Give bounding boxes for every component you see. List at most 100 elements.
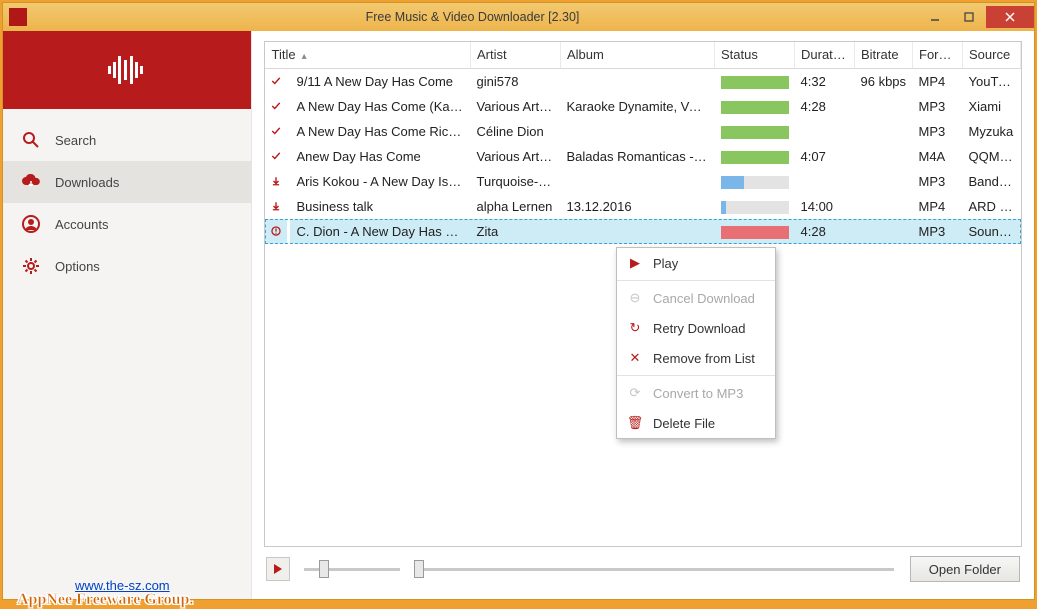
open-folder-button[interactable]: Open Folder (910, 556, 1020, 582)
cell-status (715, 144, 795, 169)
cell-album (561, 169, 715, 194)
cell-status (715, 219, 795, 244)
col-status[interactable]: Status (715, 42, 795, 68)
sort-asc-icon: ▴ (302, 51, 307, 62)
row-status-icon (265, 194, 287, 219)
row-status-icon (265, 94, 287, 119)
cell-title: A New Day Has Come Rick … (290, 119, 470, 144)
equalizer-icon (106, 54, 148, 86)
cancel-icon: ⊖ (627, 290, 643, 306)
table-row[interactable]: C. Dion - A New Day Has Co…Zita4:28MP3So… (265, 219, 1020, 244)
cell-title: C. Dion - A New Day Has Co… (290, 219, 470, 244)
remove-icon: ✕ (627, 350, 643, 366)
col-album[interactable]: Album (561, 42, 715, 68)
cell-bitrate (855, 94, 913, 119)
cell-format: MP4 (913, 194, 963, 219)
menu-delete-file[interactable]: 🗑 Delete File (617, 408, 775, 438)
context-menu: ▶ Play ⊖ Cancel Download ↻ Retry Downloa… (616, 247, 776, 439)
cell-format: MP3 (913, 119, 963, 144)
cell-source: YouTube (963, 68, 1021, 94)
cell-artist: alpha Lernen (471, 194, 561, 219)
table-row[interactable]: A New Day Has Come (Karao…Various Artist… (265, 94, 1020, 119)
table-header-row: Title▴ Artist Album Status Duration Bitr… (265, 42, 1020, 68)
play-button[interactable] (266, 557, 290, 581)
sidebar-item-options[interactable]: Options (3, 245, 251, 287)
window-controls (918, 6, 1034, 28)
col-format[interactable]: Format (913, 42, 963, 68)
menu-remove-from-list[interactable]: ✕ Remove from List (617, 343, 775, 373)
cell-bitrate: 96 kbps (855, 68, 913, 94)
cell-status (715, 68, 795, 94)
cell-title: A New Day Has Come (Karao… (290, 94, 470, 119)
table-row[interactable]: Anew Day Has ComeVarious ArtistsBaladas … (265, 144, 1020, 169)
cell-album (561, 219, 715, 244)
minimize-button[interactable] (918, 6, 952, 28)
user-icon (21, 214, 41, 234)
menu-retry-download[interactable]: ↻ Retry Download (617, 313, 775, 343)
cell-duration (795, 169, 855, 194)
col-title[interactable]: Title▴ (265, 42, 470, 68)
table-row[interactable]: 9/11 A New Day Has Comegini5784:3296 kbp… (265, 68, 1020, 94)
cell-duration: 4:28 (795, 94, 855, 119)
menu-convert-mp3: ⟳ Convert to MP3 (617, 378, 775, 408)
cell-duration: 4:32 (795, 68, 855, 94)
cell-bitrate (855, 119, 913, 144)
volume-slider[interactable] (304, 560, 400, 578)
cell-album (561, 68, 715, 94)
cell-status (715, 169, 795, 194)
col-source[interactable]: Source (963, 42, 1021, 68)
cell-duration: 4:28 (795, 219, 855, 244)
cell-source: Myzuka (963, 119, 1021, 144)
cell-bitrate (855, 169, 913, 194)
table-row[interactable]: Aris Kokou - A New Day Is C…Turquoise-R…… (265, 169, 1020, 194)
row-status-icon (265, 144, 287, 169)
maximize-button[interactable] (952, 6, 986, 28)
cell-source: BandC… (963, 169, 1021, 194)
cell-format: MP4 (913, 68, 963, 94)
cell-status (715, 119, 795, 144)
window-title: Free Music & Video Downloader [2.30] (27, 10, 918, 24)
sidebar-item-accounts[interactable]: Accounts (3, 203, 251, 245)
close-button[interactable] (986, 6, 1034, 28)
table-row[interactable]: Business talkalpha Lernen13.12.201614:00… (265, 194, 1020, 219)
sidebar-item-downloads[interactable]: Downloads (3, 161, 251, 203)
cell-artist: Céline Dion (471, 119, 561, 144)
cell-title: Aris Kokou - A New Day Is C… (290, 169, 470, 194)
cell-format: MP3 (913, 94, 963, 119)
footer-toolbar: Open Folder (264, 547, 1022, 591)
col-bitrate[interactable]: Bitrate (855, 42, 913, 68)
app-window: Free Music & Video Downloader [2.30] (2, 2, 1035, 600)
cell-artist: Turquoise-R… (471, 169, 561, 194)
search-icon (21, 130, 41, 150)
sidebar-item-search[interactable]: Search (3, 119, 251, 161)
cell-duration (795, 119, 855, 144)
col-duration[interactable]: Duration (795, 42, 855, 68)
row-status-icon (265, 169, 287, 194)
cell-bitrate (855, 144, 913, 169)
menu-cancel-download: ⊖ Cancel Download (617, 283, 775, 313)
col-artist[interactable]: Artist (471, 42, 561, 68)
app-icon (9, 8, 27, 26)
cell-duration: 4:07 (795, 144, 855, 169)
cell-album: Karaoke Dynamite, Vol. 23 (561, 94, 715, 119)
cell-format: MP3 (913, 219, 963, 244)
sidebar-item-label: Downloads (55, 175, 119, 190)
menu-play[interactable]: ▶ Play (617, 248, 775, 278)
sidebar: Search Downloads Accounts Options www.th… (3, 31, 252, 599)
cell-source: ARD M… (963, 194, 1021, 219)
cell-title: Anew Day Has Come (290, 144, 470, 169)
cell-bitrate (855, 219, 913, 244)
watermark: AppNee Freeware Group. (17, 591, 193, 609)
row-status-icon (265, 69, 287, 94)
cell-format: MP3 (913, 169, 963, 194)
cell-status (715, 194, 795, 219)
logo (3, 31, 251, 109)
seek-slider[interactable] (414, 560, 894, 578)
cell-source: Sound… (963, 219, 1021, 244)
cell-status (715, 94, 795, 119)
table-row[interactable]: A New Day Has Come Rick …Céline Dion MP3M… (265, 119, 1020, 144)
title-bar[interactable]: Free Music & Video Downloader [2.30] (3, 3, 1034, 31)
cell-source: QQMu… (963, 144, 1021, 169)
retry-icon: ↻ (627, 320, 643, 336)
cell-title: Business talk (290, 194, 470, 219)
